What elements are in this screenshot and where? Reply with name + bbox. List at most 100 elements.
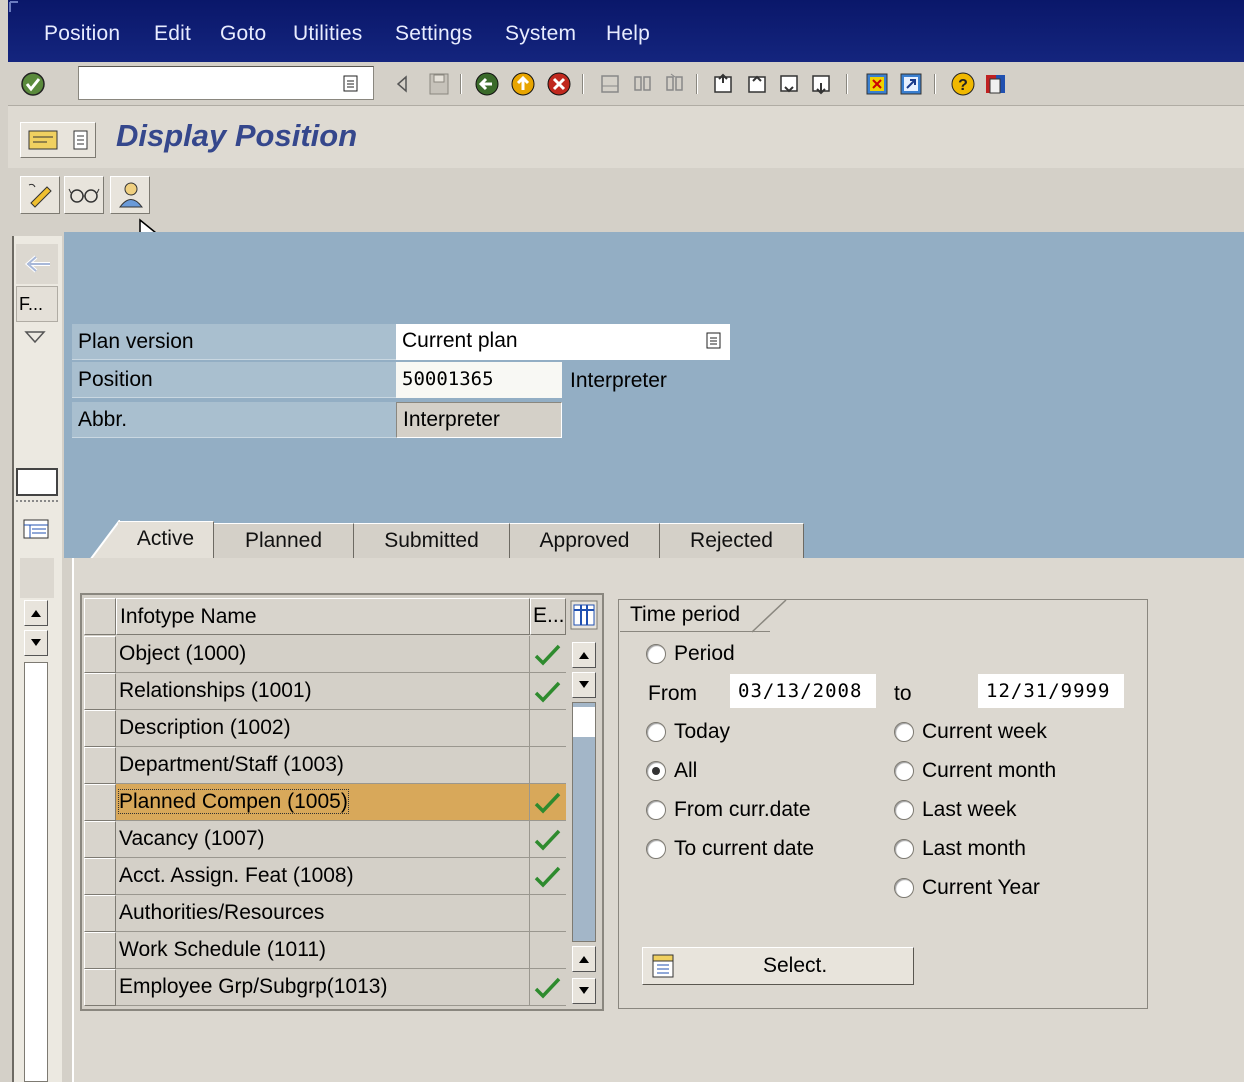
row-selector[interactable]	[84, 932, 116, 969]
row-selector[interactable]	[84, 710, 116, 747]
shortcut-icon[interactable]	[898, 71, 924, 97]
nav-scroll-down-button[interactable]	[24, 630, 48, 656]
radio-last-month[interactable]	[894, 839, 914, 859]
enter-check-icon[interactable]	[20, 71, 46, 97]
tab-approved[interactable]: Approved	[510, 523, 660, 559]
save-icon[interactable]	[426, 71, 452, 97]
table-row[interactable]: Work Schedule (1011)	[84, 932, 568, 969]
table-page-up-button[interactable]	[572, 946, 596, 972]
radio-today[interactable]	[646, 722, 666, 742]
plan-version-field[interactable]: Current plan	[396, 324, 730, 360]
nav-splitter[interactable]	[16, 500, 58, 504]
row-selector[interactable]	[84, 747, 116, 784]
collapse-triangle-icon[interactable]	[24, 330, 46, 344]
table-scroll-track[interactable]	[572, 702, 596, 942]
table-row[interactable]: Planned Compen (1005)	[84, 784, 568, 821]
dropdown-list-icon[interactable]	[343, 75, 359, 93]
infotype-name-cell[interactable]: Vacancy (1007)	[116, 821, 530, 858]
infotype-name-cell[interactable]: Department/Staff (1003)	[116, 747, 530, 784]
table-row[interactable]: Vacancy (1007)	[84, 821, 568, 858]
column-header-exists[interactable]: E...	[530, 598, 566, 635]
menu-settings[interactable]: Settings	[395, 22, 472, 46]
dropdown-list-icon[interactable]	[706, 332, 722, 350]
radio-from-curr-date[interactable]	[646, 800, 666, 820]
collapse-arrow-icon[interactable]	[390, 71, 416, 97]
radio-all[interactable]	[646, 761, 666, 781]
table-row[interactable]: Acct. Assign. Feat (1008)	[84, 858, 568, 895]
infotype-name-cell[interactable]: Acct. Assign. Feat (1008)	[116, 858, 530, 895]
table-row[interactable]: Object (1000)	[84, 636, 568, 673]
display-button[interactable]	[64, 176, 104, 214]
previous-page-icon[interactable]	[744, 71, 770, 97]
row-selector[interactable]	[84, 673, 116, 710]
from-date-field[interactable]: 03/13/2008	[730, 674, 876, 708]
select-all-button[interactable]	[84, 598, 116, 635]
infotype-name-cell[interactable]: Authorities/Resources	[116, 895, 530, 932]
print-icon[interactable]	[598, 71, 624, 97]
table-settings-icon[interactable]	[570, 600, 598, 630]
last-page-icon[interactable]	[808, 71, 834, 97]
row-selector[interactable]	[84, 895, 116, 932]
tab-rejected[interactable]: Rejected	[660, 523, 804, 559]
command-field[interactable]	[78, 66, 374, 100]
list-view-icon[interactable]	[22, 518, 50, 540]
infotype-name-cell[interactable]: Relationships (1001)	[116, 673, 530, 710]
menu-system[interactable]: System	[505, 22, 576, 46]
table-row[interactable]: Authorities/Resources	[84, 895, 568, 932]
infotype-name-cell[interactable]: Description (1002)	[116, 710, 530, 747]
row-selector[interactable]	[84, 784, 116, 821]
nav-folded-tab[interactable]: F...	[16, 286, 58, 322]
tab-planned[interactable]: Planned	[214, 523, 354, 559]
next-page-icon[interactable]	[776, 71, 802, 97]
position-id-field[interactable]: 50001365	[396, 362, 562, 398]
new-session-icon[interactable]	[864, 71, 890, 97]
tab-active[interactable]: Active	[118, 521, 214, 559]
row-selector[interactable]	[84, 636, 116, 673]
overview-button[interactable]	[110, 176, 150, 214]
radio-last-week[interactable]	[894, 800, 914, 820]
cancel-icon[interactable]	[546, 71, 572, 97]
table-scroll-up-button[interactable]	[572, 642, 596, 668]
find-icon[interactable]	[630, 71, 656, 97]
layout-menu-icon[interactable]	[982, 71, 1008, 97]
first-page-icon[interactable]	[710, 71, 736, 97]
infotype-name-cell[interactable]: Work Schedule (1011)	[116, 932, 530, 969]
table-row[interactable]: Description (1002)	[84, 710, 568, 747]
row-selector[interactable]	[84, 821, 116, 858]
infotype-name-cell[interactable]: Employee Grp/Subgrp(1013)	[116, 969, 530, 1006]
radio-to-current-date[interactable]	[646, 839, 666, 859]
infotype-name-cell[interactable]: Object (1000)	[116, 636, 530, 673]
exit-icon[interactable]	[510, 71, 536, 97]
radio-current-month[interactable]	[894, 761, 914, 781]
nav-back-button[interactable]	[16, 244, 58, 284]
tab-submitted[interactable]: Submitted	[354, 523, 510, 559]
nav-scroll-track[interactable]	[24, 662, 48, 1082]
back-icon[interactable]	[474, 71, 500, 97]
screen-switch-button[interactable]	[20, 122, 96, 158]
to-date-field[interactable]: 12/31/9999	[978, 674, 1124, 708]
table-scroll-thumb[interactable]	[573, 707, 595, 737]
column-header-infotype-name[interactable]: Infotype Name	[116, 598, 530, 635]
menu-edit[interactable]: Edit	[154, 22, 191, 46]
table-row[interactable]: Relationships (1001)	[84, 673, 568, 710]
table-scroll-down-button[interactable]	[572, 672, 596, 698]
radio-current-week[interactable]	[894, 722, 914, 742]
radio-current-year[interactable]	[894, 878, 914, 898]
menu-goto[interactable]: Goto	[220, 22, 266, 46]
menu-position[interactable]: Position	[44, 22, 120, 46]
menu-help[interactable]: Help	[606, 22, 650, 46]
table-page-down-button[interactable]	[572, 978, 596, 1004]
radio-period[interactable]	[646, 644, 666, 664]
row-selector[interactable]	[84, 858, 116, 895]
find-next-icon[interactable]	[662, 71, 688, 97]
menu-utilities[interactable]: Utilities	[293, 22, 362, 46]
select-button[interactable]: Select.	[642, 947, 914, 985]
nav-scroll-up-button[interactable]	[24, 600, 48, 626]
table-row[interactable]: Employee Grp/Subgrp(1013)	[84, 969, 568, 1006]
infotype-name-cell[interactable]: Planned Compen (1005)	[116, 784, 530, 821]
row-selector[interactable]	[84, 969, 116, 1006]
change-button[interactable]	[20, 176, 60, 214]
help-icon[interactable]: ?	[950, 71, 976, 97]
nav-toggle-box[interactable]	[16, 468, 58, 496]
table-row[interactable]: Department/Staff (1003)	[84, 747, 568, 784]
